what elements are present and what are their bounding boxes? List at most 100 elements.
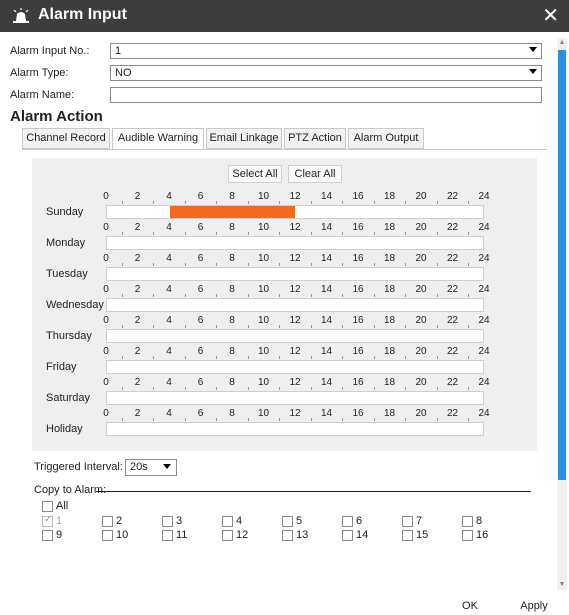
hour-tick-label: 4 bbox=[166, 408, 172, 419]
hour-tick-label: 20 bbox=[415, 284, 427, 295]
checkbox-alarm-11[interactable] bbox=[162, 530, 173, 541]
checkbox-alarm-8[interactable] bbox=[462, 516, 473, 527]
select-all-button[interactable]: Select All bbox=[228, 165, 282, 183]
checkbox-alarm-7[interactable] bbox=[402, 516, 413, 527]
triggered-interval-select[interactable]: 20s bbox=[125, 459, 177, 476]
checkbox-alarm-label: 12 bbox=[236, 529, 249, 541]
tab-audible-warning[interactable]: Audible Warning bbox=[112, 128, 204, 150]
hour-tick-label: 2 bbox=[134, 315, 141, 326]
alarm-type-value: NO bbox=[115, 67, 132, 79]
apply-button[interactable]: Apply bbox=[512, 597, 556, 615]
tab-email-linkage[interactable]: Email Linkage bbox=[206, 128, 282, 149]
schedule-bar-wednesday[interactable] bbox=[106, 298, 484, 312]
alarm-input-no-select[interactable]: 1 bbox=[110, 43, 542, 59]
checkbox-alarm-15[interactable] bbox=[402, 530, 413, 541]
hour-tick-label: 6 bbox=[197, 284, 204, 295]
schedule-bar-sunday[interactable] bbox=[106, 205, 484, 219]
hour-tick-label: 18 bbox=[383, 346, 396, 357]
scrollbar-thumb[interactable] bbox=[558, 50, 566, 480]
scroll-down-arrow-icon[interactable]: ▼ bbox=[557, 580, 567, 590]
hour-minor-tick bbox=[405, 325, 407, 328]
hour-minor-tick bbox=[468, 325, 470, 328]
ok-button[interactable]: OK bbox=[452, 597, 488, 615]
schedule-bar-holiday[interactable] bbox=[106, 422, 484, 436]
hour-tick-label: 18 bbox=[383, 315, 396, 326]
checkbox-alarm-2[interactable] bbox=[102, 516, 113, 527]
hour-tick-label: 10 bbox=[257, 222, 270, 233]
hour-tick-label: 12 bbox=[289, 253, 301, 264]
hour-minor-tick bbox=[310, 263, 312, 266]
checkbox-alarm-13[interactable] bbox=[282, 530, 293, 541]
hour-minor-tick bbox=[247, 356, 249, 359]
hour-tick-label: 8 bbox=[229, 222, 235, 233]
scroll-up-arrow-icon[interactable]: ▲ bbox=[557, 38, 567, 48]
hour-minor-tick bbox=[468, 263, 470, 266]
schedule-bar-friday[interactable] bbox=[106, 360, 484, 374]
dropdown-arrow-icon bbox=[163, 464, 171, 469]
hour-minor-tick bbox=[436, 294, 438, 297]
hour-tick-label: 8 bbox=[229, 408, 235, 419]
hour-minor-tick bbox=[279, 325, 281, 328]
schedule-bar-saturday[interactable] bbox=[106, 391, 484, 405]
hour-tick-label: 2 bbox=[134, 253, 141, 264]
checkbox-all[interactable] bbox=[42, 501, 53, 512]
checkbox-alarm-4[interactable] bbox=[222, 516, 233, 527]
hour-minor-tick bbox=[468, 418, 470, 421]
checkbox-alarm-10[interactable] bbox=[102, 530, 113, 541]
checkbox-alarm-16[interactable] bbox=[462, 530, 473, 541]
hour-tick-label: 6 bbox=[197, 408, 204, 419]
hour-minor-tick bbox=[153, 294, 155, 297]
hour-tick-label: 12 bbox=[289, 377, 301, 388]
hour-minor-tick bbox=[279, 387, 281, 390]
hour-minor-tick bbox=[121, 232, 123, 235]
alarm-name-input[interactable] bbox=[110, 87, 542, 103]
hour-minor-tick bbox=[436, 201, 438, 204]
checkbox-alarm-14[interactable] bbox=[342, 530, 353, 541]
tab-ptz-action[interactable]: PTZ Action bbox=[284, 128, 346, 149]
hour-minor-tick bbox=[373, 201, 375, 204]
hour-tick-label: 8 bbox=[229, 377, 235, 388]
hour-tick-label: 16 bbox=[352, 377, 364, 388]
close-icon[interactable]: ✕ bbox=[542, 3, 559, 28]
checkbox-alarm-1 bbox=[42, 514, 53, 527]
hour-minor-tick bbox=[310, 201, 312, 204]
schedule-bar-monday[interactable] bbox=[106, 236, 484, 250]
hour-tick-label: 10 bbox=[257, 315, 270, 326]
day-label: Friday bbox=[46, 361, 77, 373]
hour-tick-label: 12 bbox=[289, 315, 301, 326]
checkbox-alarm-label: 14 bbox=[356, 529, 369, 541]
hour-minor-tick bbox=[216, 387, 218, 390]
alarm-type-select[interactable]: NO bbox=[110, 65, 542, 81]
hour-tick-label: 22 bbox=[446, 253, 459, 264]
schedule-bar-thursday[interactable] bbox=[106, 329, 484, 343]
hour-tick-label: 10 bbox=[257, 191, 270, 202]
tab-alarm-output[interactable]: Alarm Output bbox=[348, 128, 424, 149]
hour-minor-tick bbox=[342, 263, 344, 266]
hour-tick-label: 4 bbox=[166, 315, 172, 326]
checkbox-alarm-6[interactable] bbox=[342, 516, 353, 527]
hour-tick-label: 4 bbox=[166, 253, 172, 264]
hour-minor-tick bbox=[279, 418, 281, 421]
hour-minor-tick bbox=[468, 232, 470, 235]
hour-minor-tick bbox=[373, 387, 375, 390]
alarm-siren-icon bbox=[12, 8, 30, 27]
vertical-scrollbar[interactable]: ▲ ▼ bbox=[557, 38, 567, 590]
checkbox-alarm-3[interactable] bbox=[162, 516, 173, 527]
hour-minor-tick bbox=[247, 201, 249, 204]
checkbox-alarm-12[interactable] bbox=[222, 530, 233, 541]
hour-minor-tick bbox=[153, 356, 155, 359]
checkbox-alarm-9[interactable] bbox=[42, 530, 53, 541]
hour-tick-label: 8 bbox=[229, 253, 235, 264]
checkbox-alarm-label: 4 bbox=[236, 515, 243, 527]
checkbox-alarm-5[interactable] bbox=[282, 516, 293, 527]
hour-minor-tick bbox=[342, 294, 344, 297]
hour-tick-label: 16 bbox=[352, 346, 364, 357]
checkbox-alarm-label: 3 bbox=[176, 515, 183, 527]
day-label: Tuesday bbox=[46, 268, 88, 280]
hour-minor-tick bbox=[468, 356, 470, 359]
tab-channel-record[interactable]: Channel Record bbox=[22, 128, 110, 149]
schedule-fill[interactable] bbox=[169, 206, 295, 218]
checkbox-alarm-label: 13 bbox=[296, 529, 309, 541]
schedule-bar-tuesday[interactable] bbox=[106, 267, 484, 281]
clear-all-button[interactable]: Clear All bbox=[288, 165, 342, 183]
